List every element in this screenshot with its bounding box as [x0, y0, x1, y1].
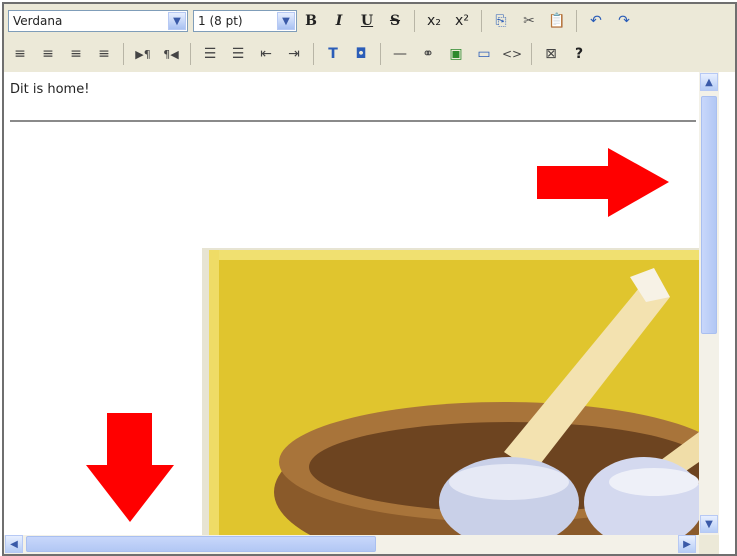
ltr-button[interactable]: ▶¶ — [131, 42, 155, 66]
redo-button[interactable]: ↷ — [612, 9, 636, 33]
link-button[interactable]: ⚭ — [416, 42, 440, 66]
horizontal-rule-button[interactable]: — — [388, 42, 412, 66]
photo-frame-left — [209, 250, 219, 535]
help-button[interactable]: ? — [567, 42, 591, 66]
horizontal-scrollbar[interactable]: ◀ ▶ — [4, 535, 699, 554]
undo-button[interactable]: ↶ — [584, 9, 608, 33]
table-button[interactable]: ▭ — [472, 42, 496, 66]
rtl-button[interactable]: ¶◀ — [159, 42, 183, 66]
scroll-corner — [699, 535, 719, 554]
ordered-list-button[interactable]: ☰ — [198, 42, 222, 66]
toolbar-separator — [531, 43, 532, 65]
toolbar-separator — [123, 43, 124, 65]
copy-button[interactable]: ⎘ — [489, 9, 513, 33]
underline-button[interactable]: U — [355, 9, 379, 33]
toolbar-row-1: Verdana ▼ 1 (8 pt) ▼ B I U S x₂ x² ⎘ ✂ 📋… — [4, 6, 638, 36]
cut-button[interactable]: ✂ — [517, 9, 541, 33]
horizontal-scroll-thumb[interactable] — [26, 536, 376, 552]
indent-button[interactable]: ⇥ — [282, 42, 306, 66]
chevron-down-icon: ▼ — [277, 12, 295, 30]
toolbar-separator — [190, 43, 191, 65]
unordered-list-button[interactable]: ☰ — [226, 42, 250, 66]
justify-button[interactable]: ≡ — [92, 42, 116, 66]
outdent-button[interactable]: ⇤ — [254, 42, 278, 66]
cup-rim — [449, 464, 569, 500]
photo — [202, 248, 699, 535]
toolbar-separator — [481, 10, 482, 32]
arrow-right-icon — [537, 148, 669, 217]
toolbar-separator — [414, 10, 415, 32]
strikethrough-button[interactable]: S — [383, 9, 407, 33]
content-image — [86, 148, 699, 535]
arrow-down-icon — [86, 413, 174, 522]
size-select[interactable]: 1 (8 pt) ▼ — [193, 10, 297, 32]
toolbar-separator — [380, 43, 381, 65]
scroll-left-button[interactable]: ◀ — [5, 535, 23, 553]
toolbar: Verdana ▼ 1 (8 pt) ▼ B I U S x₂ x² ⎘ ✂ 📋… — [4, 4, 735, 72]
vertical-scroll-thumb[interactable] — [701, 96, 717, 334]
font-select[interactable]: Verdana ▼ — [8, 10, 188, 32]
toolbar-row-2: ≡ ≡ ≡ ≡ ▶¶ ¶◀ ☰ ☰ ⇤ ⇥ T ◘ — ⚭ ▣ ▭ <> ⊠ ? — [4, 39, 593, 69]
editor-right-padding — [719, 72, 735, 554]
align-center-button[interactable]: ≡ — [36, 42, 60, 66]
text-color-button[interactable]: T — [321, 42, 345, 66]
clear-format-button[interactable]: ⊠ — [539, 42, 563, 66]
italic-button[interactable]: I — [327, 9, 351, 33]
bold-button[interactable]: B — [299, 9, 323, 33]
photo-frame-edge — [209, 250, 699, 260]
vertical-scrollbar[interactable]: ▲ ▼ — [699, 72, 719, 535]
superscript-button[interactable]: x² — [450, 9, 474, 33]
subscript-button[interactable]: x₂ — [422, 9, 446, 33]
toolbar-separator — [576, 10, 577, 32]
toolbar-separator — [313, 43, 314, 65]
paste-button[interactable]: 📋 — [545, 9, 569, 33]
font-select-value: Verdana — [13, 14, 63, 28]
highlight-button[interactable]: ◘ — [349, 42, 373, 66]
cup-2-rim — [609, 468, 699, 496]
image-button[interactable]: ▣ — [444, 42, 468, 66]
editor-frame: Verdana ▼ 1 (8 pt) ▼ B I U S x₂ x² ⎘ ✂ 📋… — [2, 2, 737, 556]
size-select-value: 1 (8 pt) — [198, 14, 243, 28]
source-button[interactable]: <> — [500, 42, 524, 66]
align-right-button[interactable]: ≡ — [64, 42, 88, 66]
editor-content[interactable]: Dit is home! — [4, 72, 699, 535]
align-left-button[interactable]: ≡ — [8, 42, 32, 66]
chevron-down-icon: ▼ — [168, 12, 186, 30]
scroll-right-button[interactable]: ▶ — [678, 535, 696, 553]
scroll-up-button[interactable]: ▲ — [700, 73, 718, 91]
scroll-down-button[interactable]: ▼ — [700, 515, 718, 533]
